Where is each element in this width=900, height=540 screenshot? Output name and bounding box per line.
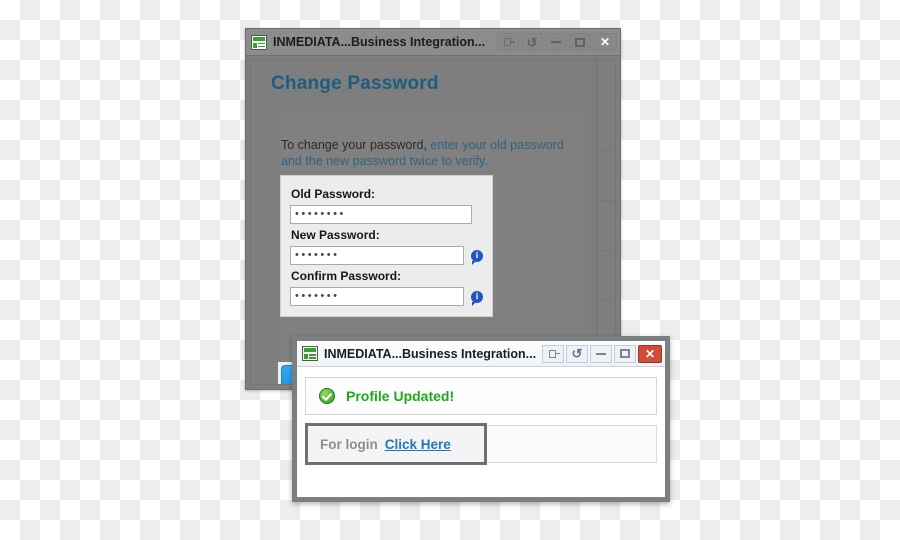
maximize-button[interactable]	[569, 33, 591, 51]
pin-icon	[547, 349, 560, 359]
minimize-button[interactable]	[590, 344, 612, 363]
maximize-icon	[575, 37, 585, 47]
close-icon: ✕	[644, 346, 656, 361]
password-form-panel: Old Password: •••••••• New Password: •••…	[280, 175, 493, 317]
popup-window-controls: ↺ ✕	[541, 344, 663, 363]
window-titlebar[interactable]: INMEDIATA...Business Integration... ↺ ✕	[246, 29, 620, 56]
popup-title: INMEDIATA...Business Integration...	[324, 346, 537, 361]
confirm-password-row: ••••••• i	[290, 287, 483, 306]
refresh-button[interactable]: ↺	[566, 344, 588, 363]
confirm-password-info-icon[interactable]: i	[471, 290, 483, 306]
close-button[interactable]: ✕	[593, 33, 617, 51]
success-alert: Profile Updated!	[305, 377, 657, 415]
close-button[interactable]: ✕	[638, 344, 662, 363]
maximize-icon	[620, 349, 630, 358]
popup-body: Profile Updated! For login Click Here	[297, 367, 665, 497]
login-label: For login	[320, 436, 378, 452]
new-password-info-icon[interactable]: i	[471, 249, 483, 265]
new-password-input[interactable]: •••••••	[290, 246, 464, 265]
success-check-icon	[319, 388, 335, 404]
window-title: INMEDIATA...Business Integration...	[273, 35, 486, 49]
refresh-button[interactable]: ↺	[521, 33, 543, 51]
pin-icon	[502, 37, 515, 47]
instructions-plain: To change your password,	[281, 138, 431, 152]
popup-titlebar[interactable]: INMEDIATA...Business Integration... ↺ ✕	[297, 341, 665, 367]
confirm-password-input[interactable]: •••••••	[290, 287, 464, 306]
close-icon: ✕	[599, 35, 611, 49]
minimize-icon	[551, 41, 561, 43]
old-password-input[interactable]: ••••••••	[290, 205, 472, 224]
new-password-row: ••••••• i	[290, 246, 483, 265]
confirm-password-label: Confirm Password:	[291, 269, 402, 283]
app-document-icon	[251, 34, 267, 50]
minimize-button[interactable]	[545, 33, 567, 51]
maximize-button[interactable]	[614, 344, 636, 363]
old-password-row: ••••••••	[290, 205, 483, 224]
instructions-text: To change your password, enter your old …	[281, 137, 585, 169]
success-message: Profile Updated!	[346, 388, 455, 404]
click-here-link[interactable]: Click Here	[385, 437, 451, 452]
login-highlight-box: For login Click Here	[305, 423, 487, 465]
minimize-icon	[596, 352, 606, 355]
login-row: For login Click Here	[305, 423, 657, 465]
pin-button[interactable]	[497, 33, 519, 51]
profile-updated-window[interactable]: INMEDIATA...Business Integration... ↺ ✕ …	[292, 336, 670, 502]
app-document-icon	[302, 346, 318, 361]
window-controls: ↺ ✕	[496, 33, 618, 51]
page-title: Change Password	[271, 73, 439, 94]
pin-button[interactable]	[542, 344, 564, 363]
info-glyph: i	[475, 250, 479, 260]
refresh-icon: ↺	[526, 34, 538, 50]
refresh-icon: ↺	[571, 346, 583, 361]
old-password-label: Old Password:	[291, 187, 376, 201]
new-password-label: New Password:	[291, 228, 380, 242]
info-glyph: i	[475, 291, 479, 301]
